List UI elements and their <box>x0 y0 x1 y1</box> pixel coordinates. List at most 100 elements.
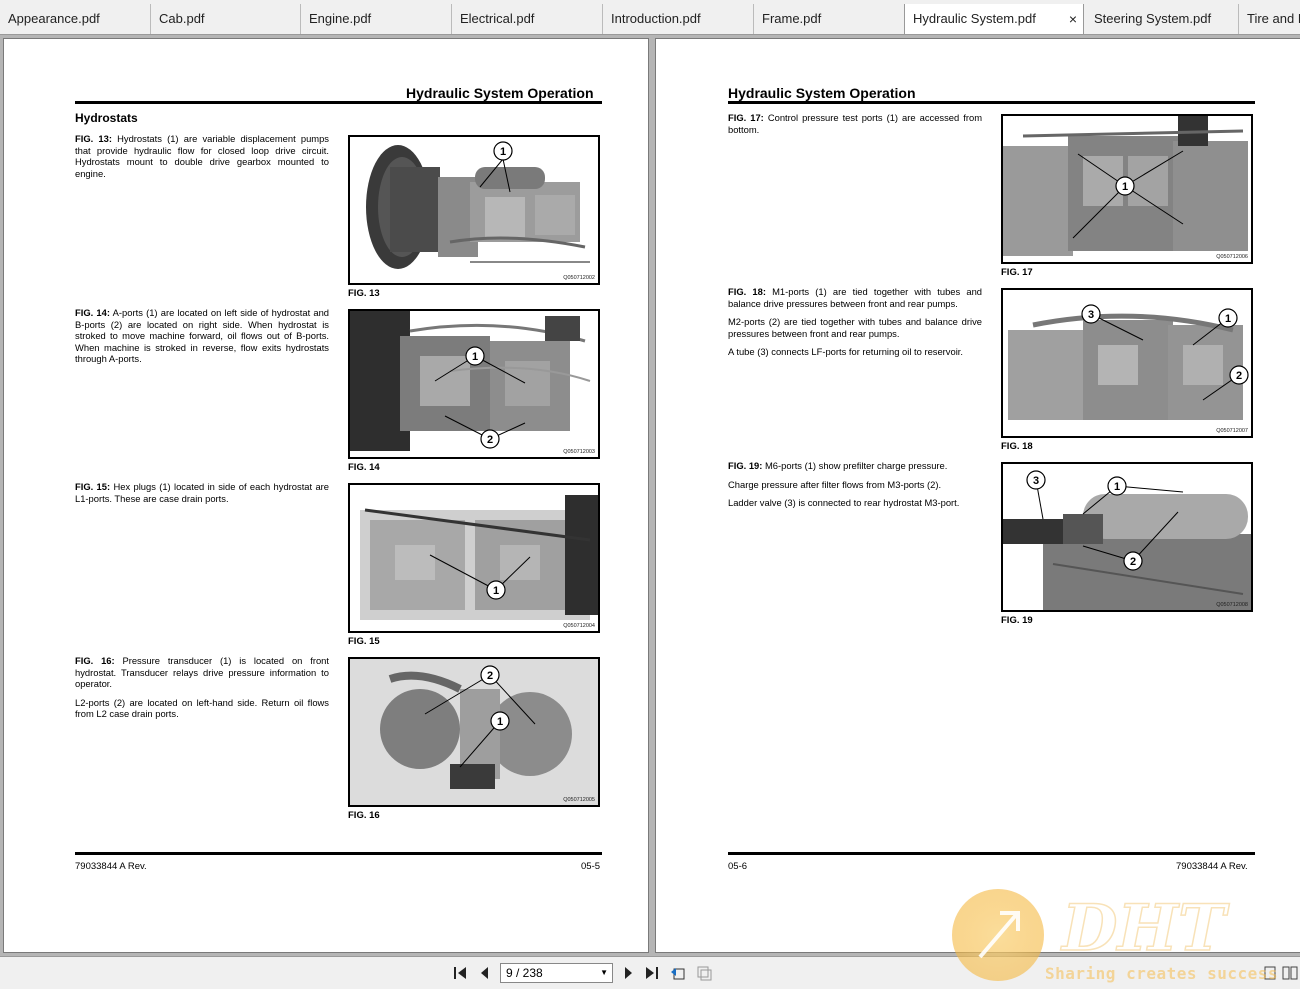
fig-ref: FIG. 15: <box>75 481 111 492</box>
paragraph: M2-ports (2) are tied together with tube… <box>728 316 982 339</box>
paragraph: Ladder valve (3) is connected to rear hy… <box>728 497 960 509</box>
go-back-icon[interactable] <box>670 965 686 981</box>
fig13-image: 1 Q050712002 <box>348 135 600 285</box>
tab-label: Appearance.pdf <box>8 11 100 26</box>
tab-label: Engine.pdf <box>309 11 372 26</box>
fig15-caption: FIG. 15 <box>348 636 380 647</box>
fig-ref: FIG. 13: <box>75 133 112 144</box>
tab-bar: Appearance.pdf Cab.pdf Engine.pdf Electr… <box>0 0 1300 35</box>
fig16-image: 2 1 Q050712005 <box>348 657 600 807</box>
fig14-callouts: 1 2 <box>434 346 526 449</box>
fig17-text: FIG. 17: Control pressure test ports (1)… <box>728 112 982 142</box>
fig17-callouts: 1 <box>1072 150 1184 239</box>
tab-label: Introduction.pdf <box>611 11 701 26</box>
next-page-icon[interactable] <box>620 965 636 981</box>
tab-tire[interactable]: Tire and R <box>1238 4 1300 34</box>
tab-electrical[interactable]: Electrical.pdf <box>451 4 602 34</box>
close-tab-icon[interactable]: × <box>1069 4 1077 34</box>
fig15-callouts: 1 <box>429 554 531 600</box>
fig-ref: FIG. 16: <box>75 655 115 666</box>
fig-ref: FIG. 19: <box>728 460 763 471</box>
tab-label: Steering System.pdf <box>1094 11 1212 26</box>
callout-number: 2 <box>1236 370 1242 382</box>
callout-number: 1 <box>1114 481 1120 493</box>
fig14-image: 1 2 Q050712003 <box>348 309 600 459</box>
page-left: Hydraulic System Operation Hydrostats FI… <box>4 39 648 952</box>
tab-engine[interactable]: Engine.pdf <box>300 4 451 34</box>
callout-number: 2 <box>487 670 493 682</box>
fig14-caption: FIG. 14 <box>348 462 380 473</box>
figure-code: Q050712004 <box>563 623 595 629</box>
fig-ref: FIG. 14: <box>75 307 110 318</box>
last-page-icon[interactable] <box>644 965 660 981</box>
callout-number: 1 <box>500 146 506 158</box>
tab-frame[interactable]: Frame.pdf <box>753 4 904 34</box>
page-right: Hydraulic System Operation FIG. 17: Cont… <box>656 39 1300 952</box>
figure-code: Q050712008 <box>1216 602 1248 608</box>
fig15-text: FIG. 15: Hex plugs (1) located in side o… <box>75 481 329 511</box>
fig19-caption: FIG. 19 <box>1001 615 1033 626</box>
doc-number: 79033844 A Rev. <box>1176 861 1248 872</box>
fig16-callouts: 2 1 <box>424 665 536 768</box>
callout-number: 1 <box>1225 313 1231 325</box>
fig16-caption: FIG. 16 <box>348 810 380 821</box>
fig-ref: FIG. 18: <box>728 286 766 297</box>
callout-number: 1 <box>493 585 499 597</box>
callout-number: 2 <box>1130 556 1136 568</box>
callout-number: 1 <box>497 716 503 728</box>
fig14-text: FIG. 14: A-ports (1) are located on left… <box>75 307 329 372</box>
page-number-input[interactable]: 9 / 238 ▼ <box>500 963 613 983</box>
paragraph: A tube (3) connects LF-ports for returni… <box>728 346 964 358</box>
fig19-callouts: 3 1 2 <box>1026 470 1184 571</box>
figure-code: Q050712006 <box>1216 254 1248 260</box>
tab-label: Cab.pdf <box>159 11 205 26</box>
fig18-image: 3 1 2 Q050712007 <box>1001 288 1253 438</box>
watermark-tagline: Sharing creates success <box>1045 964 1279 983</box>
fig18-caption: FIG. 18 <box>1001 441 1033 452</box>
tab-appearance[interactable]: Appearance.pdf <box>0 4 150 34</box>
paragraph: Control pressure test ports (1) are acce… <box>728 112 983 135</box>
tab-introduction[interactable]: Introduction.pdf <box>602 4 753 34</box>
fig15-image: 1 Q050712004 <box>348 483 600 633</box>
first-page-icon[interactable] <box>452 965 468 981</box>
previous-page-icon[interactable] <box>477 965 493 981</box>
callout-number: 1 <box>1122 181 1128 193</box>
paragraph: M6-ports (1) show prefilter charge press… <box>765 460 948 471</box>
header-rule <box>75 101 602 104</box>
callout-number: 1 <box>472 351 478 363</box>
callout-number: 3 <box>1033 475 1039 487</box>
paragraph: Charge pressure after filter flows from … <box>728 478 942 490</box>
document-viewer[interactable]: Hydraulic System Operation Hydrostats FI… <box>0 35 1300 955</box>
section-title: Hydrostats <box>75 111 138 125</box>
chevron-down-icon[interactable]: ▼ <box>600 964 608 982</box>
go-forward-icon[interactable] <box>696 965 712 981</box>
header-rule <box>728 101 1255 104</box>
tab-hydraulic-system[interactable]: Hydraulic System.pdf × <box>904 4 1084 34</box>
fig13-caption: FIG. 13 <box>348 288 380 299</box>
callout-number: 2 <box>487 434 493 446</box>
fig17-image: 1 Q050712006 <box>1001 114 1253 264</box>
figure-code: Q050712003 <box>563 449 595 455</box>
fig13-text: FIG. 13: Hydrostats (1) are variable dis… <box>75 133 329 186</box>
tab-label: Frame.pdf <box>762 11 822 26</box>
paragraph: Hex plugs (1) located in side of each hy… <box>75 481 329 504</box>
page-indicator: 9 / 238 <box>506 966 543 980</box>
figure-code: Q050712002 <box>563 275 595 281</box>
fig-ref: FIG. 17: <box>728 112 764 123</box>
page-header: Hydraulic System Operation <box>728 85 916 101</box>
fig18-callouts: 3 1 2 <box>1081 304 1249 401</box>
tab-steering-system[interactable]: Steering System.pdf <box>1086 4 1238 34</box>
tab-label: Tire and R <box>1247 11 1300 26</box>
page-number: 05-6 <box>728 861 748 872</box>
page-header: Hydraulic System Operation <box>406 85 594 101</box>
tab-label: Electrical.pdf <box>460 11 535 26</box>
footer-rule <box>728 852 1255 855</box>
fig19-image: 3 1 2 Q050712008 <box>1001 462 1253 612</box>
two-page-view-icon[interactable] <box>1282 965 1298 981</box>
doc-number: 79033844 A Rev. <box>75 861 147 872</box>
tab-cab[interactable]: Cab.pdf <box>150 4 300 34</box>
tab-label: Hydraulic System.pdf <box>913 11 1036 26</box>
fig16-text: FIG. 16: Pressure transducer (1) is loca… <box>75 655 329 727</box>
figure-code: Q050712007 <box>1216 428 1248 434</box>
callout-number: 3 <box>1088 309 1094 321</box>
